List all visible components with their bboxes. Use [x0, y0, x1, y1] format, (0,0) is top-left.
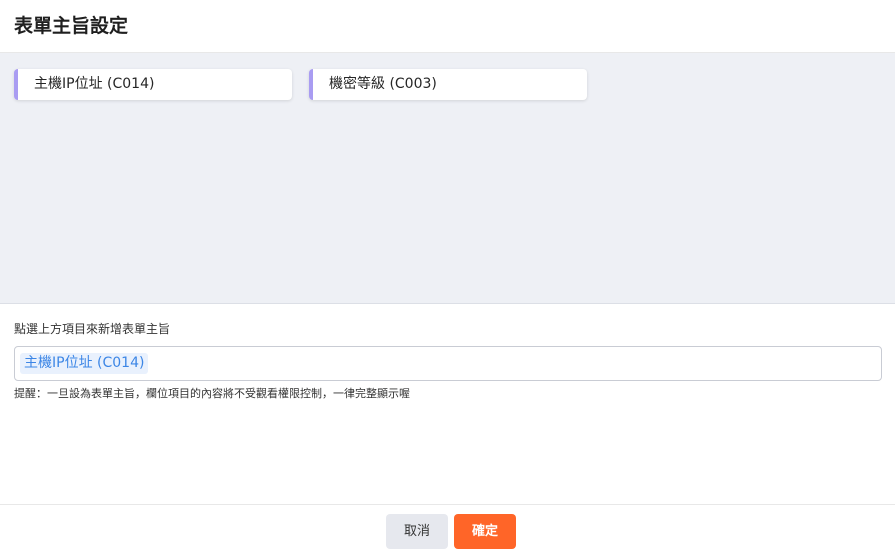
- cancel-button[interactable]: 取消: [386, 514, 448, 549]
- dialog-title: 表單主旨設定: [14, 15, 129, 37]
- field-chip-security-level[interactable]: 機密等級 (C003): [309, 69, 587, 100]
- dialog-header: 表單主旨設定: [0, 0, 895, 53]
- subject-input[interactable]: 主機IP位址 (C014): [14, 346, 882, 381]
- field-chip-host-ip[interactable]: 主機IP位址 (C014): [14, 69, 292, 100]
- field-pool: 主機IP位址 (C014) 機密等級 (C003): [0, 53, 895, 304]
- field-chip-label: 機密等級 (C003): [329, 76, 437, 92]
- confirm-button[interactable]: 確定: [454, 514, 516, 549]
- field-chip-label: 主機IP位址 (C014): [34, 76, 155, 92]
- subject-hint: 提醒：一旦設為表單主旨，欄位項目的內容將不受觀看權限控制，一律完整顯示喔: [14, 387, 410, 400]
- subject-settings-dialog: 表單主旨設定 主機IP位址 (C014) 機密等級 (C003) 點選上方項目來…: [0, 0, 895, 558]
- footer-divider: [0, 504, 895, 505]
- subject-tag-host-ip[interactable]: 主機IP位址 (C014): [20, 353, 149, 374]
- subject-field-label: 點選上方項目來新增表單主旨: [14, 322, 171, 336]
